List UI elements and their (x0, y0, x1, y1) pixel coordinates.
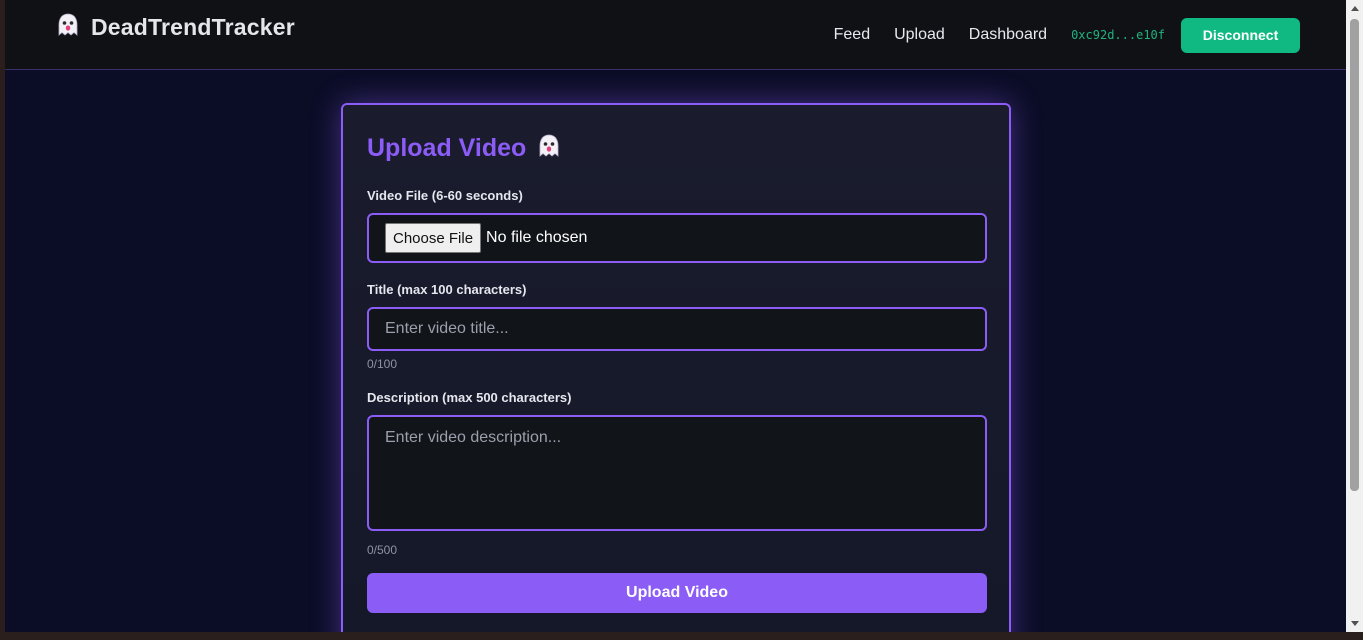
title-label: Title (max 100 characters) (367, 282, 527, 297)
brand[interactable]: DeadTrendTracker (55, 12, 295, 42)
file-status: No file chosen (486, 229, 588, 246)
description-label: Description (max 500 characters) (367, 390, 572, 405)
wallet-address: 0xc92d...e10f (1071, 28, 1165, 42)
scroll-up-arrow-icon[interactable] (1346, 0, 1363, 17)
ghost-icon (55, 12, 81, 43)
choose-file-button[interactable]: Choose File (385, 223, 482, 253)
nav-links: Feed Upload Dashboard 0xc92d...e10f Disc… (834, 17, 1300, 53)
description-textarea[interactable] (367, 415, 987, 531)
scroll-down-arrow-icon[interactable] (1346, 615, 1363, 632)
nav-link-dashboard[interactable]: Dashboard (969, 26, 1047, 44)
page-title: Upload Video (367, 134, 527, 162)
app-viewport: DeadTrendTracker Feed Upload Dashboard 0… (5, 0, 1346, 632)
navbar: DeadTrendTracker Feed Upload Dashboard 0… (5, 0, 1346, 70)
scrollbar-thumb[interactable] (1350, 19, 1359, 491)
upload-card: Upload Video Video File (6-60 seconds) C… (341, 103, 1011, 632)
ghost-icon (536, 133, 562, 164)
nav-link-feed[interactable]: Feed (834, 26, 870, 44)
vertical-scrollbar[interactable] (1346, 0, 1363, 632)
title-input[interactable] (367, 307, 987, 351)
video-file-input[interactable]: Choose File No file chosen (367, 213, 987, 263)
window-edge (0, 632, 1363, 640)
upload-video-button[interactable]: Upload Video (367, 573, 987, 613)
brand-name: DeadTrendTracker (91, 13, 295, 40)
card-title: Upload Video (367, 133, 562, 164)
nav-link-upload[interactable]: Upload (894, 26, 945, 44)
video-file-label: Video File (6-60 seconds) (367, 188, 523, 203)
disconnect-button[interactable]: Disconnect (1181, 17, 1300, 53)
title-char-counter: 0/100 (367, 357, 398, 371)
description-char-counter: 0/500 (367, 543, 398, 557)
